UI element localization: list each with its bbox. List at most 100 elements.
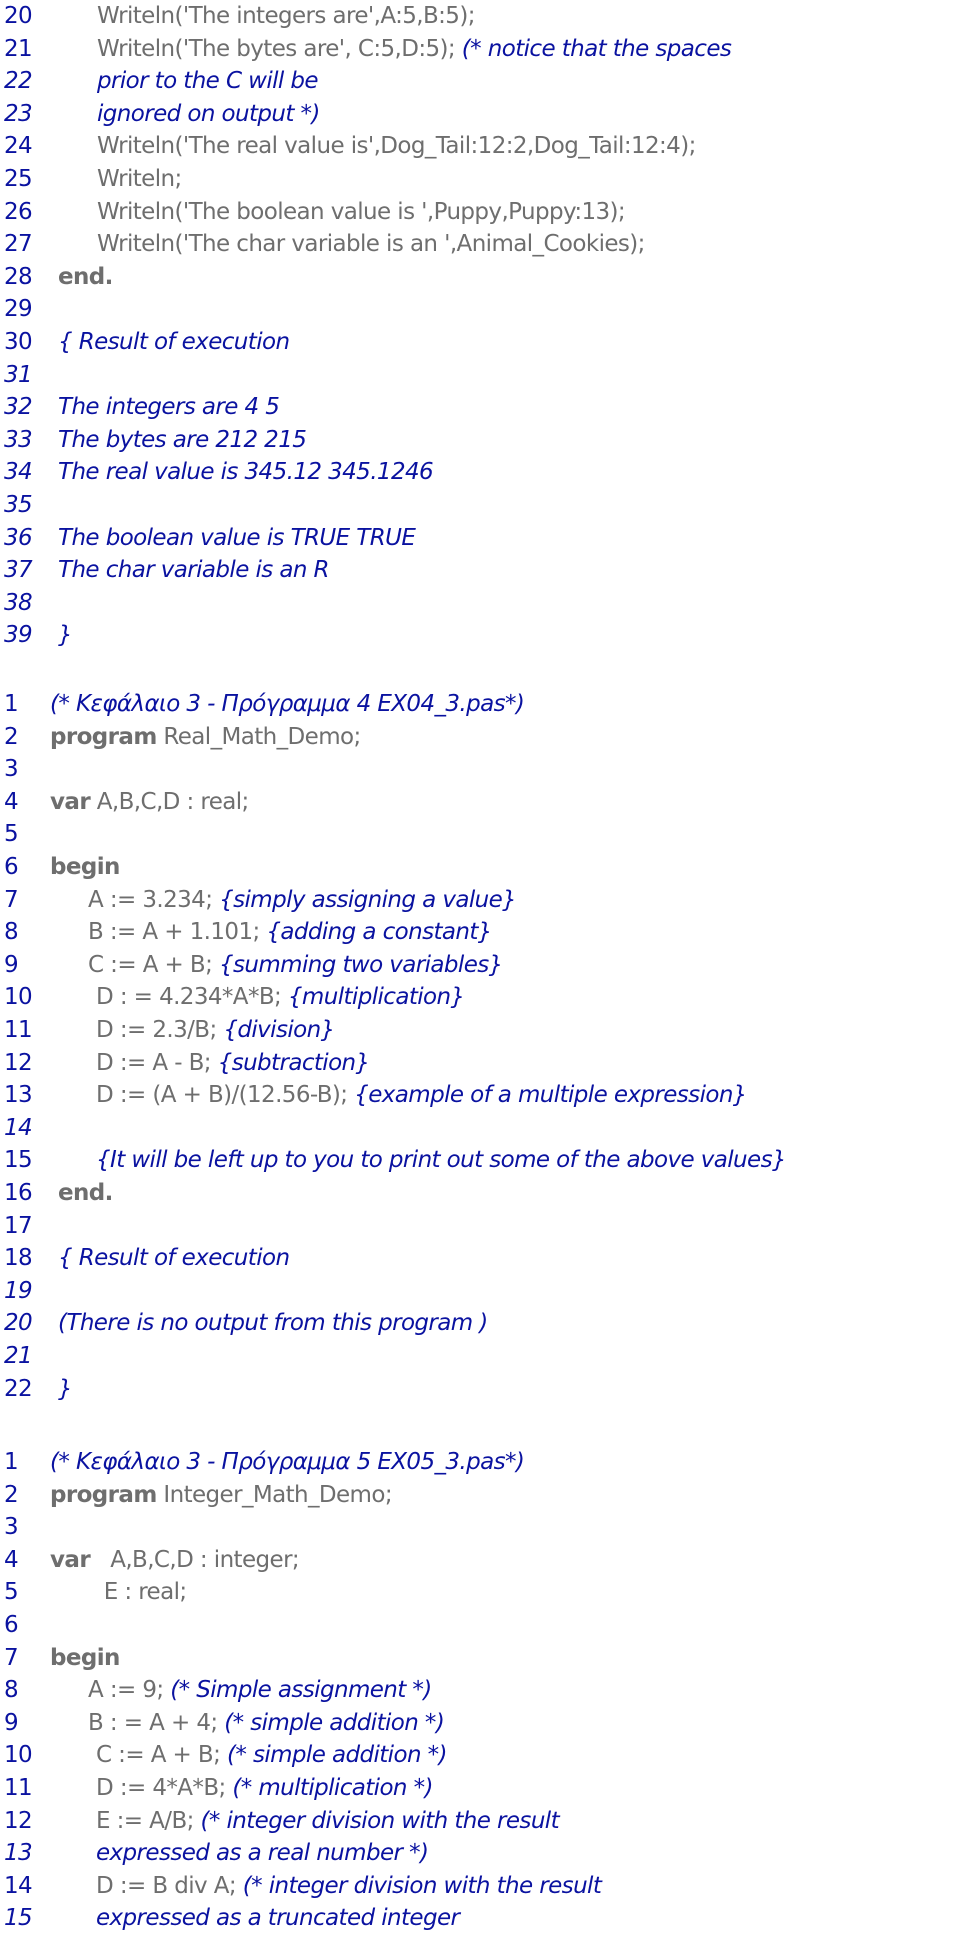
comment-text: {summing two variables} xyxy=(218,952,503,978)
line-number: 10 xyxy=(4,1742,33,1768)
code-text: } xyxy=(58,1373,73,1405)
code-line: 32 The integers are 4 5 xyxy=(0,391,960,423)
code-text: D := A - B; {subtraction} xyxy=(96,1047,370,1079)
line-number: 11 xyxy=(4,1775,33,1801)
code-line: 21 xyxy=(0,1340,960,1372)
code-line: 37 The char variable is an R xyxy=(0,554,960,586)
code-line: 11 D := 4*A*B; (* multiplication *) xyxy=(0,1772,960,1804)
comment-text: (* notice that the spaces xyxy=(461,36,732,62)
comment-text: (There is no output from this program ) xyxy=(58,1310,488,1336)
code-line: 5 E : real; xyxy=(0,1576,960,1608)
statement-text: A,B,C,D : integer; xyxy=(90,1547,300,1573)
code-text: D := B div A; (* integer division with t… xyxy=(96,1870,602,1902)
statement-text: D := (A + B)/(12.56-B); xyxy=(96,1082,355,1108)
code-line: 19 xyxy=(0,1275,960,1307)
comment-text: (* integer division with the result xyxy=(200,1808,560,1834)
code-line: 20 (There is no output from this program … xyxy=(0,1307,960,1339)
line-number: 22 xyxy=(4,68,33,94)
line-number: 17 xyxy=(4,1213,33,1239)
line-number: 28 xyxy=(4,264,33,290)
comment-text: {subtraction} xyxy=(217,1050,371,1076)
statement-text: A,B,C,D : real; xyxy=(90,789,250,815)
code-line: 27 Writeln('The char variable is an ',Ani… xyxy=(0,228,960,260)
code-text: D : = 4.234*A*B; {multiplication} xyxy=(96,981,465,1013)
statement-text: D := A - B; xyxy=(96,1050,218,1076)
line-number: 9 xyxy=(4,952,19,978)
line-number: 21 xyxy=(4,1343,33,1369)
statement-text: Writeln('The char variable is an ',Anima… xyxy=(97,231,645,257)
code-line: 16 end. xyxy=(0,1177,960,1209)
code-line: 2 program Integer_Math_Demo; xyxy=(0,1479,960,1511)
code-line: 12 D := A - B; {subtraction} xyxy=(0,1047,960,1079)
code-line: 22 prior to the C will be xyxy=(0,65,960,97)
code-line: 39} xyxy=(0,619,960,651)
line-number: 12 xyxy=(4,1808,33,1834)
comment-text: {simply assigning a value} xyxy=(219,887,517,913)
keyword-text: program xyxy=(50,1482,157,1508)
code-text: expressed as a truncated integer xyxy=(96,1902,460,1934)
line-number: 12 xyxy=(4,1050,33,1076)
code-text: E : real; xyxy=(50,1576,187,1608)
line-number: 6 xyxy=(4,854,19,880)
code-line: 14 xyxy=(0,1112,960,1144)
code-text: D := (A + B)/(12.56-B); {example of a mu… xyxy=(96,1079,747,1111)
code-line: 13 expressed as a real number *) xyxy=(0,1837,960,1869)
code-text: D := 2.3/B; {division} xyxy=(96,1014,335,1046)
code-line: 4 var A,B,C,D : integer; xyxy=(0,1544,960,1576)
code-line: 8 A := 9; (* Simple assignment *) xyxy=(0,1674,960,1706)
line-number: 31 xyxy=(4,362,33,388)
line-number: 34 xyxy=(4,459,33,485)
line-number: 1 xyxy=(4,1449,19,1475)
code-text: E := A/B; (* integer division with the r… xyxy=(96,1805,560,1837)
line-number: 8 xyxy=(4,1677,19,1703)
code-text: end. xyxy=(58,1177,113,1209)
statement-text: E : real; xyxy=(50,1579,187,1605)
comment-text: {adding a constant} xyxy=(266,919,492,945)
line-number: 38 xyxy=(4,590,33,616)
code-line: 36 The boolean value is TRUE TRUE xyxy=(0,522,960,554)
line-number: 7 xyxy=(4,1645,19,1671)
line-number: 39 xyxy=(4,622,33,648)
code-line: 25 Writeln; xyxy=(0,163,960,195)
line-number: 37 xyxy=(4,557,33,583)
code-line: 3 xyxy=(0,1511,960,1543)
comment-text: {example of a multiple expression} xyxy=(354,1082,747,1108)
line-number: 21 xyxy=(4,36,33,62)
line-number: 1 xyxy=(4,691,19,717)
code-line: 35 xyxy=(0,489,960,521)
code-line: 20 Writeln('The integers are',A:5,B:5); xyxy=(0,0,960,32)
line-number: 3 xyxy=(4,756,19,782)
code-text: expressed as a real number *) xyxy=(96,1837,429,1869)
code-line: 14 D := B div A; (* integer division with… xyxy=(0,1870,960,1902)
line-number: 23 xyxy=(4,101,33,127)
statement-text: Writeln; xyxy=(97,166,182,192)
statement-text: B : = A + 4; xyxy=(88,1710,225,1736)
line-number: 15 xyxy=(4,1147,33,1173)
code-text: (* Κεφάλαιο 3 - Πρόγραμμα 5 EX05_3.pas*) xyxy=(50,1446,525,1478)
code-text: C := A + B; (* simple addition *) xyxy=(96,1739,448,1771)
code-text: Writeln('The bytes are', C:5,D:5); (* no… xyxy=(97,33,732,65)
line-number: 25 xyxy=(4,166,33,192)
line-number: 26 xyxy=(4,199,33,225)
code-line: 26 Writeln('The boolean value is ',Puppy,… xyxy=(0,196,960,228)
code-text: Writeln('The boolean value is ',Puppy,Pu… xyxy=(97,196,626,228)
line-number: 24 xyxy=(4,133,33,159)
comment-text: (* integer division with the result xyxy=(242,1873,602,1899)
code-text: The real value is 345.12 345.1246 xyxy=(58,456,434,488)
code-text: Writeln('The integers are',A:5,B:5); xyxy=(97,0,475,32)
line-number: 20 xyxy=(4,1310,33,1336)
code-text: begin xyxy=(50,851,120,883)
code-line: 5 xyxy=(0,818,960,850)
comment-text: {division} xyxy=(223,1017,335,1043)
statement-text: D : = 4.234*A*B; xyxy=(96,984,288,1010)
statement-text: E := A/B; xyxy=(96,1808,201,1834)
code-line: 12 E := A/B; (* integer division with the… xyxy=(0,1805,960,1837)
code-line: 10 D : = 4.234*A*B; {multiplication} xyxy=(0,981,960,1013)
line-number: 9 xyxy=(4,1710,19,1736)
line-number: 5 xyxy=(4,821,19,847)
code-line: 4 var A,B,C,D : real; xyxy=(0,786,960,818)
code-text: program Real_Math_Demo; xyxy=(50,721,361,753)
line-number: 16 xyxy=(4,1180,33,1206)
code-text: (* Κεφάλαιο 3 - Πρόγραμμα 4 EX04_3.pas*) xyxy=(50,688,525,720)
statement-text: Writeln('The integers are',A:5,B:5); xyxy=(97,3,475,29)
